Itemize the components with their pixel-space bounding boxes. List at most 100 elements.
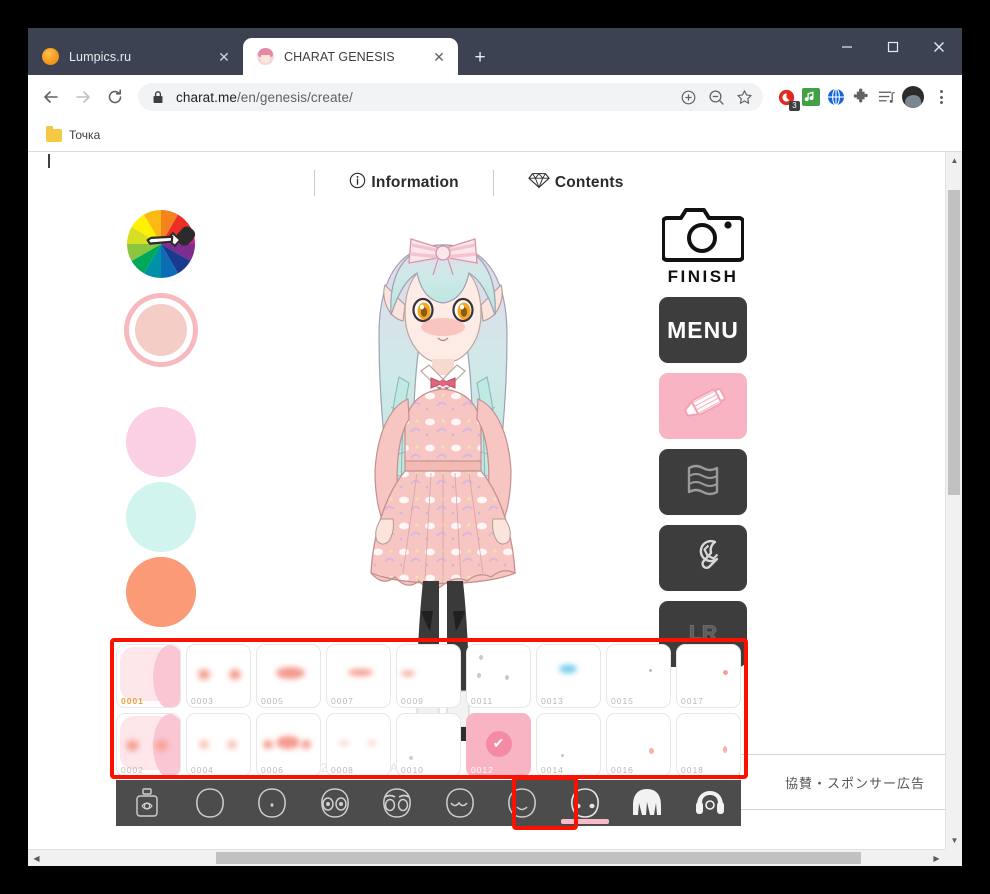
screenshot-root: Lumpics.ru ✕ CHARAT GENESIS ✕ + charat.m… [0, 0, 990, 894]
minimize-button[interactable] [824, 28, 870, 66]
tab-title: CHARAT GENESIS [284, 49, 395, 64]
category-face-shape[interactable] [179, 780, 242, 826]
thumb-art [477, 673, 481, 678]
wrench-button[interactable] [659, 525, 747, 591]
category-mouth-open[interactable] [429, 780, 492, 826]
swatch-pink[interactable] [126, 407, 196, 477]
zoom-in-icon[interactable] [675, 84, 701, 110]
puzzle-icon[interactable] [850, 86, 872, 108]
scroll-up-arrow[interactable]: ▲ [946, 152, 962, 169]
vertical-scrollbar[interactable]: ▲ ▼ [945, 152, 962, 849]
menu-button[interactable]: MENU [659, 297, 747, 363]
menu-label: MENU [667, 316, 739, 343]
thumbnail-item[interactable]: 0017 [676, 644, 741, 708]
zoom-out-icon[interactable] [703, 84, 729, 110]
category-eyebrows[interactable] [366, 780, 429, 826]
thumbnail-label: 0012 [471, 765, 494, 775]
color-palette [124, 207, 202, 627]
browser-tab-lumpics[interactable]: Lumpics.ru ✕ [28, 38, 243, 75]
thumbnail-item[interactable]: 0014 [536, 713, 601, 777]
thumbnail-label: 0007 [331, 696, 354, 706]
close-button[interactable] [916, 28, 962, 66]
horizontal-scrollbar[interactable]: ◀ ▶ [28, 849, 945, 866]
chrome-menu-icon[interactable] [928, 84, 954, 110]
thumbnail-item[interactable]: 0018 [676, 713, 741, 777]
thumb-art [409, 756, 413, 760]
nav-label: Information [371, 174, 459, 191]
new-tab-button[interactable]: + [466, 43, 494, 71]
ad-text: 協賛・スポンサー広告 [784, 775, 925, 791]
close-icon[interactable]: ✕ [428, 46, 450, 68]
profile-avatar[interactable] [902, 86, 924, 108]
vertical-scroll-thumb[interactable] [948, 190, 960, 495]
category-nose[interactable] [241, 780, 304, 826]
thumbnail-item[interactable]: 0003 [186, 644, 251, 708]
color-wheel-eyedropper-icon[interactable] [124, 207, 198, 281]
page-top-navigation: Information Contents [28, 170, 945, 196]
swatch-mint[interactable] [126, 482, 196, 552]
thumbnail-item[interactable]: 0010 [396, 713, 461, 777]
thumbnail-item[interactable]: 0002 [116, 713, 181, 777]
thumbnail-grid: 0001 0003 0005 0007 0009 0011 0013 0015 … [116, 644, 741, 777]
thumbnail-item[interactable]: 0009 [396, 644, 461, 708]
close-icon[interactable]: ✕ [213, 46, 235, 68]
flag-button[interactable] [659, 449, 747, 515]
address-bar[interactable]: charat.me/en/genesis/create/ [138, 83, 763, 111]
reload-icon[interactable] [100, 82, 130, 112]
thumbnail-item[interactable]: 0001 [116, 644, 181, 708]
check-icon: ✔ [485, 730, 512, 757]
scroll-left-arrow[interactable]: ◀ [28, 850, 45, 866]
nav-item-contents[interactable]: Contents [494, 172, 658, 194]
maximize-button[interactable] [870, 28, 916, 66]
browser-title-bar: Lumpics.ru ✕ CHARAT GENESIS ✕ + [28, 28, 962, 75]
scroll-down-arrow[interactable]: ▼ [946, 832, 962, 849]
adblock-icon[interactable]: 3 [775, 86, 800, 111]
current-color-swatch[interactable] [124, 293, 198, 367]
thumb-art [505, 675, 509, 680]
playlist-icon[interactable] [875, 86, 897, 108]
bookmarks-bar: Точка [28, 119, 962, 152]
lock-icon [152, 90, 164, 104]
thumbnail-item[interactable]: 0015 [606, 644, 671, 708]
swatch-coral[interactable] [126, 557, 196, 627]
horizontal-scroll-thumb[interactable] [216, 852, 861, 864]
thumbnail-item[interactable]: 0005 [256, 644, 321, 708]
globe-icon[interactable] [825, 86, 847, 108]
forward-icon[interactable] [68, 82, 98, 112]
thumb-art [649, 669, 652, 672]
category-cheeks[interactable] [554, 780, 617, 826]
category-accessories[interactable] [679, 780, 742, 826]
category-mouth-smile[interactable] [491, 780, 554, 826]
thumbnail-item[interactable]: ✔ 0012 [466, 713, 531, 777]
thumb-art [401, 671, 415, 676]
thumbnail-label: 0016 [611, 765, 634, 775]
paint-button[interactable] [659, 373, 747, 439]
thumbnail-item[interactable]: 0008 [326, 713, 391, 777]
scroll-right-arrow[interactable]: ▶ [928, 850, 945, 866]
music-note-icon[interactable] [800, 86, 822, 108]
thumbnail-item[interactable]: 0004 [186, 713, 251, 777]
url-domain: charat.me [176, 89, 237, 105]
nav-item-information[interactable]: Information [315, 172, 492, 194]
thumbnail-label: 0017 [681, 696, 704, 706]
category-eyes[interactable] [304, 780, 367, 826]
thumb-art-2 [153, 645, 180, 707]
thumb-art [723, 746, 727, 753]
thumbnail-label: 0002 [121, 765, 144, 775]
thumbnail-item[interactable]: 0013 [536, 644, 601, 708]
thumbnail-item[interactable]: 0007 [326, 644, 391, 708]
category-hair[interactable] [616, 780, 679, 826]
finish-button[interactable]: FINISH [659, 202, 747, 287]
thumbnail-item[interactable]: 0006 [256, 713, 321, 777]
category-preset[interactable] [116, 780, 179, 826]
thumbnail-item[interactable]: 0011 [466, 644, 531, 708]
browser-tab-charat-genesis[interactable]: CHARAT GENESIS ✕ [243, 38, 458, 75]
thumbnail-label: 0018 [681, 765, 704, 775]
thumbnail-item[interactable]: 0016 [606, 713, 671, 777]
bookmark-item-tochka[interactable]: Точка [38, 124, 108, 146]
thumb-art [559, 665, 577, 673]
orange-circle-icon [42, 48, 59, 65]
back-icon[interactable] [36, 82, 66, 112]
star-icon[interactable] [731, 84, 757, 110]
thumb-art [348, 669, 373, 676]
